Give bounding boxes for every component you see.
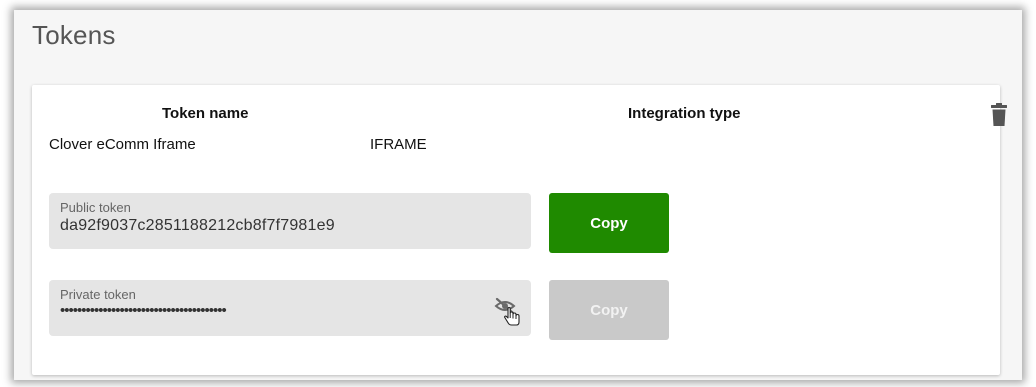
public-token-value[interactable]: da92f9037c2851188212cb8f7f7981e9 (60, 217, 335, 235)
public-token-label: Public token (60, 200, 131, 215)
private-token-field[interactable]: Private token ••••••••••••••••••••••••••… (49, 280, 531, 336)
copy-public-token-button[interactable]: Copy (549, 193, 669, 253)
private-token-label: Private token (60, 287, 136, 302)
integration-type-value: IFRAME (370, 136, 427, 153)
column-header-token-name: Token name (162, 105, 249, 122)
page-title: Tokens (32, 20, 116, 50)
public-token-field[interactable]: Public token da92f9037c2851188212cb8f7f7… (49, 193, 531, 249)
token-card: Token name Integration type Clover eComm… (32, 85, 1007, 375)
private-token-value[interactable]: ••••••••••••••••••••••••••••••••••••••• (60, 302, 227, 319)
token-name-value: Clover eComm Iframe (49, 136, 196, 153)
copy-private-token-button[interactable]: Copy (549, 280, 669, 340)
column-header-integration-type: Integration type (628, 105, 741, 122)
trash-icon[interactable] (990, 103, 1008, 127)
eye-off-icon[interactable] (494, 296, 524, 328)
tokens-panel: Tokens Token name Integration type Clove… (14, 10, 1022, 380)
